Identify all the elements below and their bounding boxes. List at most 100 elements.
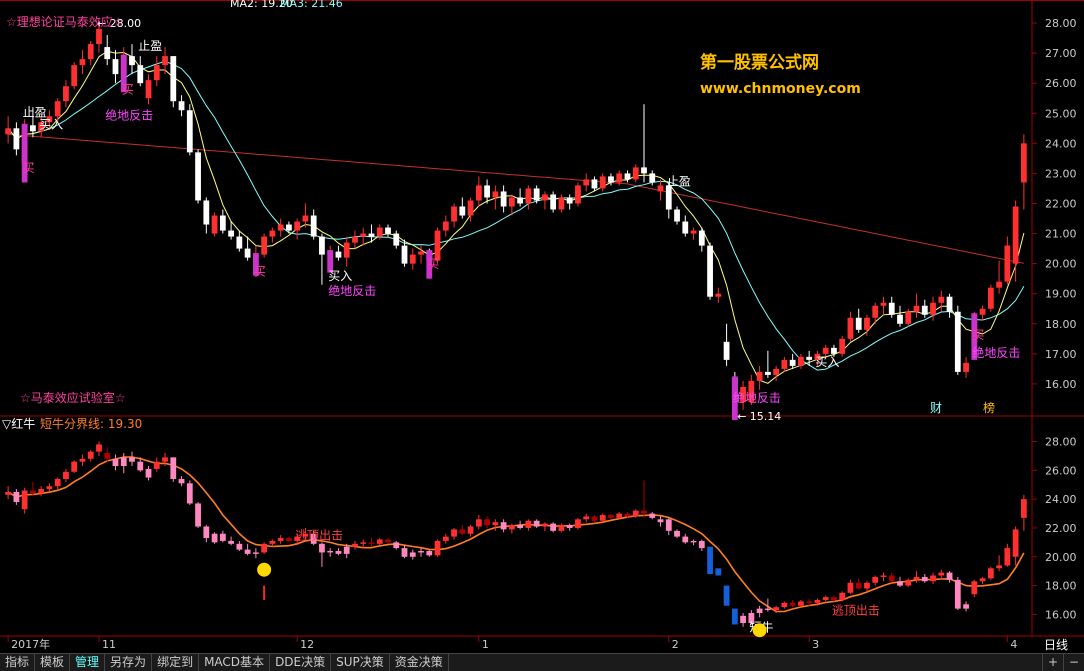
upper-candle-body <box>674 209 680 222</box>
tab-fund[interactable]: 资金决策 <box>390 654 449 671</box>
upper-candle-body <box>657 185 664 192</box>
lower-candle-body <box>641 510 647 514</box>
lower-candle-body <box>806 601 813 603</box>
upper-candle-body <box>30 125 36 132</box>
tab-template[interactable]: 模板 <box>35 654 71 671</box>
upper-y-tick-label: 26.00 <box>1045 77 1077 90</box>
upper-candle-body <box>591 179 598 189</box>
lower-candle-body <box>740 615 746 624</box>
background <box>0 0 1084 653</box>
upper-candle-body <box>360 233 367 237</box>
upper-candle-body <box>831 347 837 354</box>
upper-candle-body <box>302 215 309 222</box>
ma3-label: MA3: 21.46 <box>280 0 343 10</box>
lower-candle-body <box>145 468 152 478</box>
lower-candle-body <box>963 604 969 609</box>
lower-candle-body <box>649 513 656 518</box>
lower-candle-body <box>104 453 111 459</box>
lower-candle-body <box>434 540 441 556</box>
tab-macd[interactable]: MACD基本 <box>199 654 271 671</box>
upper-candle-body <box>475 185 482 201</box>
upper-candle-body <box>153 65 160 81</box>
upper-candle-body <box>467 200 474 216</box>
lower-candle-body <box>236 543 243 550</box>
upper-y-tick-label: 20.00 <box>1045 258 1077 271</box>
lower-candle-body <box>195 503 201 527</box>
lower-y-tick-label: 16.00 <box>1045 608 1077 621</box>
watermark-title: 第一股票公式网 <box>700 52 819 73</box>
lower-candle-body <box>674 530 680 537</box>
lower-candle-body <box>46 486 53 490</box>
upper-candle-body <box>921 305 928 315</box>
lower-candle-body <box>54 478 61 487</box>
tab-manage[interactable]: 管理 <box>70 654 106 671</box>
upper-candle-body <box>864 317 870 330</box>
lower-candle-body <box>599 514 606 521</box>
lower-candle-body <box>938 572 945 576</box>
upper-y-tick-label: 22.00 <box>1045 197 1077 210</box>
lower-candle-body <box>864 582 870 589</box>
tab-dde[interactable]: DDE决策 <box>270 654 332 671</box>
lower-candle-body <box>996 565 1002 569</box>
upper-candle-body <box>855 317 862 330</box>
upper-candle-body <box>385 227 391 234</box>
zoom-in-button[interactable]: + <box>1042 654 1063 671</box>
upper-candle-body <box>624 173 631 180</box>
upper-y-tick-label: 17.00 <box>1045 348 1077 361</box>
lower-candle-body <box>566 525 573 528</box>
lower-candle-body <box>129 457 135 462</box>
lower-candle-body <box>921 576 928 582</box>
upper-candle-body <box>484 185 490 198</box>
upper-signal-label: 买 <box>122 83 134 97</box>
tab-save-as[interactable]: 另存为 <box>105 654 153 671</box>
cai-marker: 财 <box>930 401 942 415</box>
lower-candle-body <box>930 575 936 582</box>
lower-candle-body <box>707 546 713 575</box>
upper-candle-body <box>13 128 20 150</box>
watermark-url: www.chnmoney.com <box>700 81 861 97</box>
lower-candle-body <box>38 489 45 494</box>
lower-candle-body <box>608 514 614 518</box>
upper-candle-body <box>550 194 557 210</box>
lower-candle-body <box>764 608 771 611</box>
lower-candle-body <box>13 491 20 503</box>
upper-candle-body <box>575 185 581 204</box>
lower-candle-body <box>162 457 168 462</box>
lower-candle-body <box>1012 529 1019 557</box>
upper-candle-body <box>682 221 689 234</box>
lower-y-tick-label: 26.00 <box>1045 464 1077 477</box>
lower-candle-body <box>731 608 738 625</box>
upper-candle-body <box>517 197 524 204</box>
upper-candle-body <box>401 245 408 264</box>
lower-candle-body <box>888 575 895 582</box>
upper-candle-body <box>310 215 317 237</box>
lower-candle-body <box>393 542 400 549</box>
tab-sup[interactable]: SUP决策 <box>331 654 390 671</box>
tab-indicator[interactable]: 指标 <box>0 654 36 671</box>
lower-candle-body <box>409 552 416 557</box>
upper-candle-body <box>294 221 301 231</box>
upper-signal-label: 买 <box>254 265 266 279</box>
upper-candle-body <box>71 65 78 87</box>
lower-candle-body <box>558 525 565 531</box>
upper-candle-body <box>822 347 829 354</box>
upper-candle-body <box>839 338 846 354</box>
upper-signal-label: 买 <box>972 328 984 342</box>
lower-candle-body <box>211 533 218 543</box>
tab-bind-to[interactable]: 绑定到 <box>152 654 200 671</box>
upper-candle-body <box>376 227 383 237</box>
zoom-out-button[interactable]: − <box>1063 654 1084 671</box>
upper-candle-body <box>938 296 945 303</box>
upper-signal-label: 绝地反击 <box>328 283 376 298</box>
lower-candle-body <box>137 461 144 471</box>
upper-candle-body <box>690 230 697 234</box>
lower-candle-body <box>723 585 730 606</box>
upper-signal-label: 止盈 <box>667 174 691 188</box>
lower-candle-body <box>401 548 408 557</box>
upper-candle-body <box>343 242 350 258</box>
upper-candle-body <box>195 152 201 201</box>
upper-candle-body <box>996 281 1002 288</box>
upper-candle-body <box>872 305 879 318</box>
lower-candle-body <box>277 538 284 541</box>
lower-candle-body <box>385 539 391 543</box>
